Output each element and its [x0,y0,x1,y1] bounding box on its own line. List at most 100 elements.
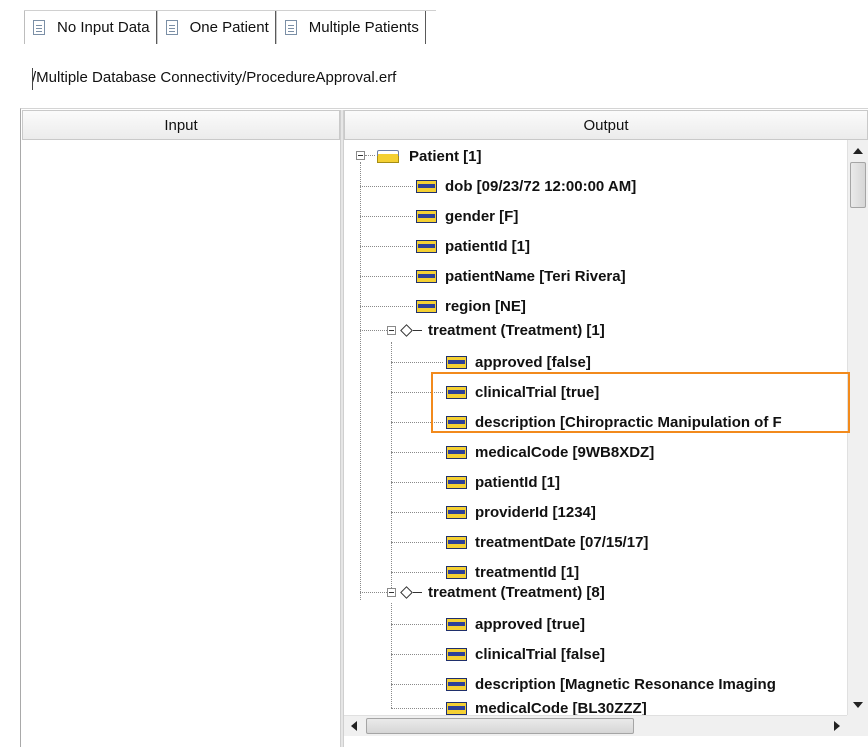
field-icon [446,445,467,459]
tree-line [391,512,443,513]
tree-line [391,482,443,483]
tree-node-field[interactable]: gender [F] [416,201,518,231]
tree-node-label: Patient [1] [409,147,482,165]
scroll-right-button[interactable] [827,716,847,736]
tree-line [360,246,413,247]
tree-node-field[interactable]: patientName [Teri Rivera] [416,261,626,291]
tree-node-label: approved [false] [475,353,591,371]
tree-node-label: treatmentDate [07/15/17] [475,533,649,551]
field-icon [446,505,467,519]
tree-node-label: dob [09/23/72 12:00:00 AM] [445,177,637,195]
field-icon [446,617,467,631]
document-icon [165,20,178,35]
tree-node-field[interactable]: patientId [1] [446,467,560,497]
tab-label: No Input Data [57,19,150,36]
input-column-header[interactable]: Input [22,110,340,140]
horizontal-scrollbar[interactable] [344,715,847,736]
field-icon [416,179,437,193]
collapse-toggle[interactable] [387,588,396,597]
field-icon [446,647,467,661]
field-icon [416,269,437,283]
collapse-toggle[interactable] [356,151,365,160]
tab-strip: No Input Data One Patient Multiple Patie… [24,10,436,45]
tab-multiple-patients[interactable]: Multiple Patients [275,11,426,44]
tree-node-field[interactable]: medicalCode [BL30ZZZ] [446,693,647,715]
output-pane: Patient [1] dob [09/23/72 12:00:00 AM] g… [344,140,868,747]
field-icon [416,239,437,253]
output-column-header[interactable]: Output [344,110,868,140]
tree-node-label: medicalCode [BL30ZZZ] [475,699,647,716]
tree-node-field[interactable]: dob [09/23/72 12:00:00 AM] [416,171,636,201]
tree-line [391,708,443,709]
tree-node-patient[interactable]: Patient [1] [377,141,482,171]
tree-line [365,155,375,156]
relation-icon [400,323,413,337]
entity-icon [377,150,399,163]
tree-node-label: approved [true] [475,615,586,633]
tree-node-label: gender [F] [445,207,519,225]
tree-node-field[interactable]: approved [false] [446,347,591,377]
arrow-left-icon [351,721,357,731]
tree-node-treatment[interactable]: treatment (Treatment) [8] [400,577,605,607]
tree-node-label: patientId [1] [475,473,560,491]
tree-node-label: description [Magnetic Resonance Imaging [475,675,776,693]
tree-line [391,422,443,423]
tree-node-label: medicalCode [9WB8XDZ] [475,443,655,461]
scroll-left-button[interactable] [344,716,364,736]
arrow-up-icon [853,147,863,154]
field-icon [446,677,467,691]
tree-line [391,542,443,543]
tree-node-field[interactable]: clinicalTrial [false] [446,639,605,669]
vertical-scrollbar[interactable] [847,140,868,715]
tree-node-field[interactable]: treatmentDate [07/15/17] [446,527,648,557]
tree-node-field[interactable]: description [Chiropractic Manipulation o… [446,407,782,437]
tree-node-field[interactable]: medicalCode [9WB8XDZ] [446,437,654,467]
tree-line [391,684,443,685]
tab-label: Multiple Patients [308,19,419,36]
tree-node-label: region [NE] [445,297,526,315]
field-icon [446,475,467,489]
tab-label: One Patient [189,19,269,36]
tree-node-field[interactable]: providerId [1234] [446,497,596,527]
tree-line [391,624,443,625]
tree-line [391,603,392,708]
arrow-right-icon [834,721,840,731]
field-icon [446,535,467,549]
tree-node-field[interactable]: patientId [1] [416,231,530,261]
scroll-up-button[interactable] [848,140,868,161]
field-icon [446,415,467,429]
tree-node-label: treatment (Treatment) [8] [428,583,605,601]
file-path-field[interactable]: /Multiple Database Connectivity/Procedur… [32,58,868,98]
tree-line [360,276,413,277]
field-icon [416,209,437,223]
scrollbar-corner [847,715,868,736]
relation-icon [400,585,413,599]
tree-line [360,330,361,600]
tree-line [391,342,392,590]
field-icon [446,355,467,369]
field-icon [416,299,437,313]
document-icon [33,20,45,35]
relation-line-icon [413,329,422,331]
tree-node-field[interactable]: approved [true] [446,609,585,639]
horizontal-scroll-thumb[interactable] [366,718,634,734]
tree-line [360,216,413,217]
tree-node-field[interactable]: clinicalTrial [true] [446,377,599,407]
arrow-down-icon [853,701,863,708]
tree-node-label: clinicalTrial [true] [475,383,600,401]
tree-line [391,654,443,655]
tree-line [391,452,443,453]
tree-node-label: patientName [Teri Rivera] [445,267,626,285]
field-icon [446,385,467,399]
collapse-toggle[interactable] [387,326,396,335]
scroll-down-button[interactable] [848,694,868,715]
tree-line [360,186,413,187]
vertical-scroll-thumb[interactable] [850,162,866,208]
relation-line-icon [413,591,422,593]
tree-line [360,306,413,307]
tree-line [391,362,443,363]
tree-node-treatment[interactable]: treatment (Treatment) [1] [400,315,605,345]
tab-no-input-data[interactable]: No Input Data [24,11,157,44]
output-tree: Patient [1] dob [09/23/72 12:00:00 AM] g… [344,140,847,715]
tab-one-patient[interactable]: One Patient [156,11,276,44]
